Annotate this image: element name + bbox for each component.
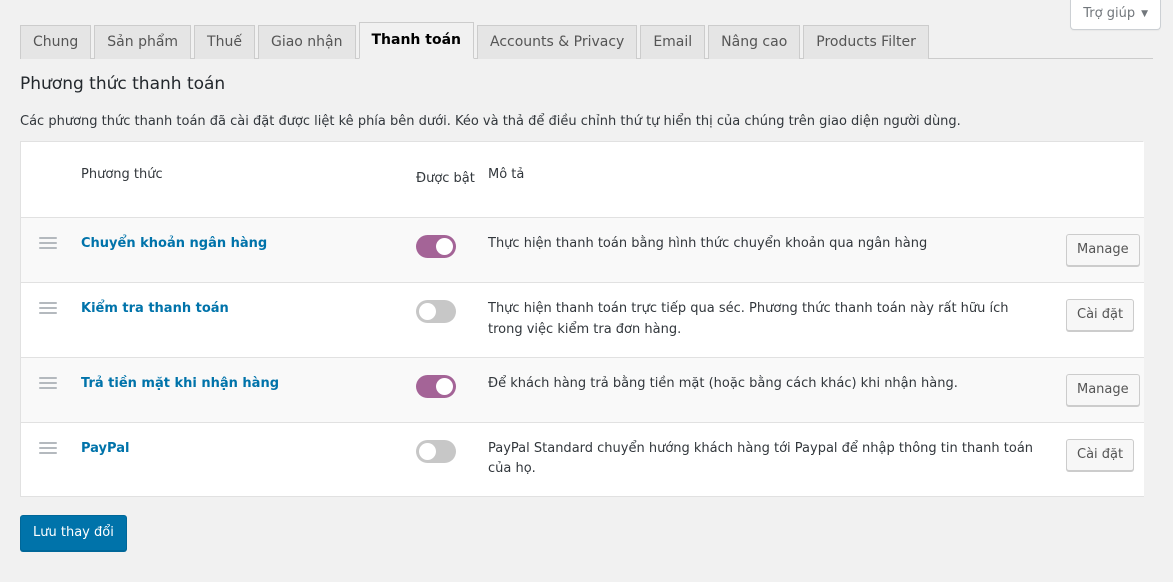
tab-chung[interactable]: Chung bbox=[20, 25, 92, 59]
column-header-action bbox=[1056, 142, 1144, 219]
enable-toggle[interactable] bbox=[416, 439, 456, 463]
enabled-cell bbox=[416, 357, 478, 423]
table-body: Chuyển khoản ngân hàng Thực hiện thanh to… bbox=[21, 217, 1144, 498]
toggle-knob bbox=[419, 303, 436, 321]
column-header-method: Phương thức bbox=[71, 142, 416, 219]
method-name-cell: Chuyển khoản ngân hàng bbox=[71, 217, 416, 284]
tab-products-filter[interactable]: Products Filter bbox=[803, 25, 929, 59]
method-name-cell: Kiểm tra thanh toán bbox=[71, 282, 416, 358]
enabled-cell bbox=[416, 282, 478, 358]
method-action-button[interactable]: Manage bbox=[1066, 373, 1140, 406]
method-description: Thực hiện thanh toán bằng hình thức chuy… bbox=[478, 217, 1056, 284]
enable-toggle[interactable] bbox=[416, 300, 456, 324]
settings-tabs: Chung Sản phẩm Thuế Giao nhận Thanh toán Acco… bbox=[20, 22, 1153, 59]
enable-toggle[interactable] bbox=[416, 235, 456, 259]
tab-thanh-to-n[interactable]: Thanh toán bbox=[358, 22, 474, 59]
enabled-cell bbox=[416, 422, 478, 498]
drag-handle-icon[interactable] bbox=[39, 376, 57, 391]
drag-handle-cell bbox=[21, 217, 71, 284]
payment-methods-panel: Phương thức Được bật Mô tả Chuyển khoản … bbox=[20, 141, 1144, 498]
method-name-link[interactable]: PayPal bbox=[81, 441, 129, 456]
page-title: Phương thức thanh toán bbox=[20, 74, 226, 94]
drag-handle-icon[interactable] bbox=[39, 441, 57, 456]
method-name-cell: Trả tiền mặt khi nhận hàng bbox=[71, 357, 416, 423]
drag-handle-cell bbox=[21, 422, 71, 498]
settings-page: Trợ giúp ▼ Chung Sản phẩm Thuế Giao nhận Tha… bbox=[0, 0, 1173, 582]
method-description: PayPal Standard chuyển hướng khách hàng … bbox=[478, 422, 1056, 498]
action-cell: Manage bbox=[1056, 357, 1144, 423]
drag-handle-cell bbox=[21, 357, 71, 423]
toggle-knob bbox=[419, 442, 436, 460]
tab-accounts-privacy[interactable]: Accounts & Privacy bbox=[477, 25, 638, 59]
method-action-button[interactable]: Manage bbox=[1066, 234, 1140, 267]
tab-s-n-ph-m[interactable]: Sản phẩm bbox=[94, 25, 192, 59]
method-action-button[interactable]: Cài đặt bbox=[1066, 299, 1135, 332]
tab-giao-nh-n[interactable]: Giao nhận bbox=[257, 25, 356, 59]
payment-methods-table: Phương thức Được bật Mô tả Chuyển khoản … bbox=[21, 142, 1144, 498]
action-cell: Cài đặt bbox=[1056, 422, 1144, 498]
save-button-container: Lưu thay đổi bbox=[20, 515, 127, 551]
drag-handle-icon[interactable] bbox=[39, 237, 57, 251]
page-description: Các phương thức thanh toán đã cài đặt đư… bbox=[20, 114, 961, 129]
table-header-row: Phương thức Được bật Mô tả bbox=[21, 142, 1144, 219]
tab-email[interactable]: Email bbox=[640, 25, 706, 59]
action-cell: Manage bbox=[1056, 217, 1144, 284]
enabled-cell bbox=[416, 217, 478, 284]
tab-thu[interactable]: Thuế bbox=[194, 25, 255, 59]
column-header-enabled: Được bật bbox=[416, 142, 478, 219]
toggle-knob bbox=[436, 238, 453, 256]
chevron-down-icon: ▼ bbox=[1141, 9, 1148, 20]
method-name-cell: PayPal bbox=[71, 422, 416, 498]
tab-n-ng-cao[interactable]: Nâng cao bbox=[708, 25, 801, 59]
column-header-sort bbox=[21, 142, 71, 219]
action-cell: Cài đặt bbox=[1056, 282, 1144, 358]
table-row: Trả tiền mặt khi nhận hàng Để khách hàng … bbox=[21, 357, 1144, 423]
table-head: Phương thức Được bật Mô tả bbox=[21, 142, 1144, 219]
help-button-label: Trợ giúp bbox=[1083, 6, 1136, 21]
drag-handle-cell bbox=[21, 282, 71, 358]
method-description: Thực hiện thanh toán trực tiếp qua séc. … bbox=[478, 282, 1056, 358]
table-row: PayPal PayPal Standard chuyển hướng khách… bbox=[21, 422, 1144, 498]
save-changes-button[interactable]: Lưu thay đổi bbox=[20, 515, 127, 551]
method-action-button[interactable]: Cài đặt bbox=[1066, 438, 1135, 471]
table-row: Kiểm tra thanh toán Thực hiện thanh toán … bbox=[21, 282, 1144, 358]
method-name-link[interactable]: Chuyển khoản ngân hàng bbox=[81, 236, 267, 251]
toggle-knob bbox=[436, 377, 453, 395]
drag-handle-icon[interactable] bbox=[39, 302, 57, 316]
enable-toggle[interactable] bbox=[416, 374, 456, 398]
column-header-description: Mô tả bbox=[478, 142, 1056, 219]
method-description: Để khách hàng trả bằng tiền mặt (hoặc bằ… bbox=[478, 357, 1056, 423]
method-name-link[interactable]: Trả tiền mặt khi nhận hàng bbox=[81, 376, 279, 391]
table-row: Chuyển khoản ngân hàng Thực hiện thanh to… bbox=[21, 217, 1144, 284]
method-name-link[interactable]: Kiểm tra thanh toán bbox=[81, 301, 229, 316]
